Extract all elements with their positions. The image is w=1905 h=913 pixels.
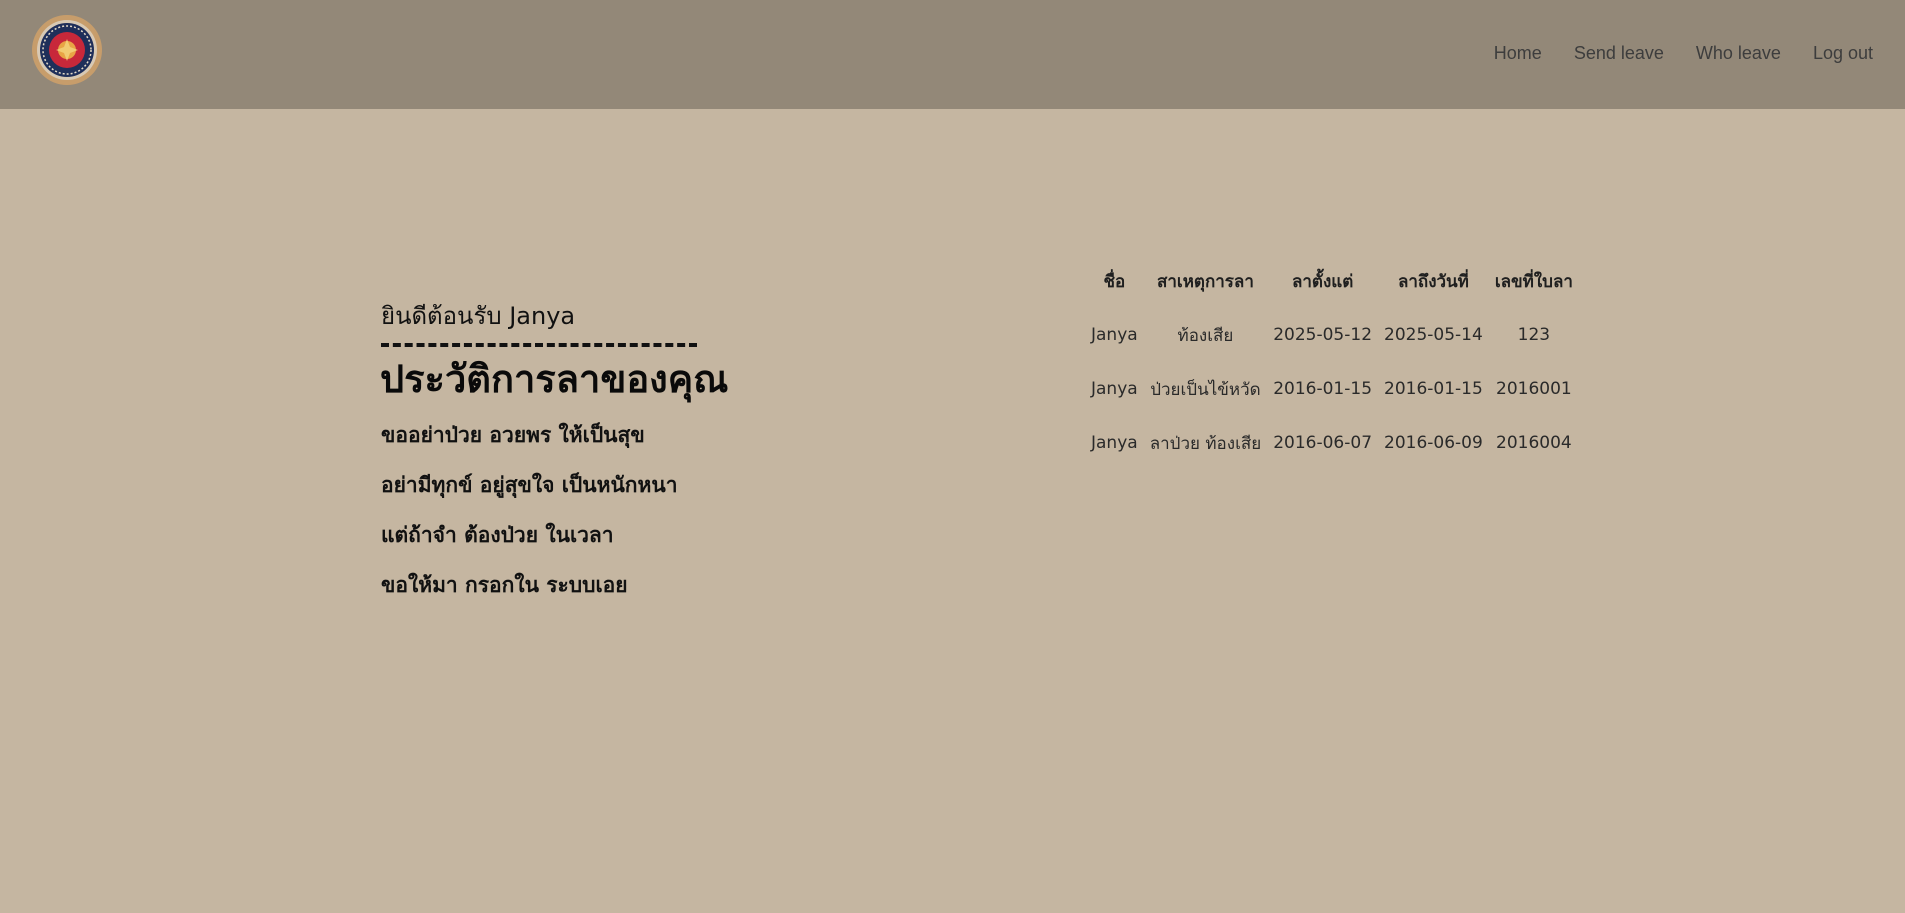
poem-line: ขอให้มา กรอกใน ระบบเอย	[381, 573, 628, 597]
column-header-leave-number: เลขที่ใบลา	[1494, 271, 1573, 292]
welcome-message: ยินดีต้อนรับ Janya	[381, 302, 576, 330]
page-title: ประวัติการลาของคุณ	[380, 357, 729, 401]
cell-name: Janya	[1091, 379, 1138, 399]
poem-line: อย่ามีทุกข์ อยู่สุขใจ เป็นหนักหนา	[381, 473, 678, 497]
cell-end-date: 2016-06-09	[1384, 433, 1483, 453]
cell-leave-number: 2016001	[1496, 379, 1572, 399]
cell-start-date: 2016-01-15	[1273, 379, 1373, 399]
table-header-row: ชื่อ สาเหตุการลา ลาตั้งแต่ ลาถึงวันที่ เ…	[1085, 254, 1579, 308]
cell-leave-number: 2016004	[1496, 433, 1572, 453]
table-row: Janya ลาป่วย ท้องเสีย 2016-06-07 2016-06…	[1085, 416, 1579, 470]
column-header-name: ชื่อ	[1103, 271, 1126, 292]
nav-menu: Home Send leave Who leave Log out	[1494, 0, 1873, 107]
cell-end-date: 2016-01-15	[1384, 379, 1483, 399]
cell-end-date: 2025-05-14	[1384, 325, 1483, 345]
cell-name: Janya	[1091, 325, 1138, 345]
column-header-end-date: ลาถึงวันที่	[1397, 271, 1469, 292]
leave-history-table: ชื่อ สาเหตุการลา ลาตั้งแต่ ลาถึงวันที่ เ…	[1085, 254, 1579, 470]
nav-send-leave-link[interactable]: Send leave	[1574, 43, 1664, 64]
dashed-divider	[381, 343, 697, 347]
table-row: Janya ป่วยเป็นไข้หวัด 2016-01-15 2016-01…	[1085, 362, 1579, 416]
column-header-start-date: ลาตั้งแต่	[1291, 271, 1354, 292]
navbar: Home Send leave Who leave Log out	[0, 0, 1905, 109]
poem-line: แต่ถ้าจำ ต้องป่วย ในเวลา	[381, 523, 614, 547]
cell-start-date: 2025-05-12	[1273, 325, 1373, 345]
nav-logout-link[interactable]: Log out	[1813, 43, 1873, 64]
cell-leave-number: 123	[1517, 325, 1551, 345]
cell-reason: ท้องเสีย	[1177, 325, 1234, 346]
seal-emblem-icon[interactable]	[32, 15, 102, 85]
poem-line: ขออย่าป่วย อวยพร ให้เป็นสุข	[381, 423, 645, 447]
column-header-reason: สาเหตุการลา	[1156, 271, 1254, 292]
cell-reason: ป่วยเป็นไข้หวัด	[1150, 379, 1261, 400]
nav-who-leave-link[interactable]: Who leave	[1696, 43, 1781, 64]
cell-start-date: 2016-06-07	[1273, 433, 1373, 453]
cell-reason: ลาป่วย ท้องเสีย	[1149, 433, 1262, 454]
poem: ขออย่าป่วย อวยพร ให้เป็นสุข อย่ามีทุกข์ …	[381, 420, 678, 620]
table-row: Janya ท้องเสีย 2025-05-12 2025-05-14 123	[1085, 308, 1579, 362]
cell-name: Janya	[1091, 433, 1138, 453]
nav-home-link[interactable]: Home	[1494, 43, 1542, 64]
